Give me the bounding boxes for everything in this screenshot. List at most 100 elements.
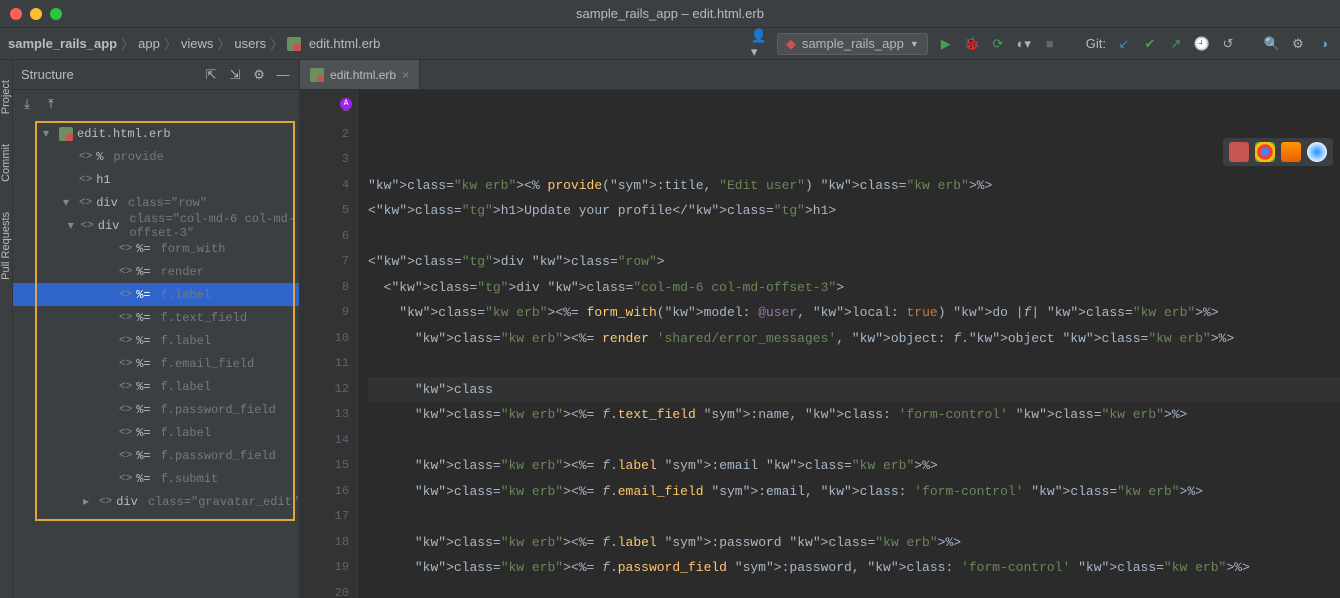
ide-features-button[interactable]: ◑ bbox=[1316, 36, 1332, 52]
run-config-selector[interactable]: ◆ sample_rails_app ▼ bbox=[777, 33, 928, 55]
safari-icon[interactable] bbox=[1307, 142, 1327, 162]
pull-requests-tool-button[interactable]: Pull Requests bbox=[0, 212, 12, 280]
tree-item[interactable]: <>%=f.submit bbox=[13, 467, 299, 490]
code-line[interactable]: "kw">class="kw erb"><%= form_with("kw">m… bbox=[368, 300, 1340, 326]
close-tab-icon[interactable]: × bbox=[402, 68, 409, 82]
breadcrumb[interactable]: sample_rails_app〉 app〉 views〉 users〉 edi… bbox=[8, 34, 747, 53]
line-number[interactable]: 9 bbox=[300, 300, 349, 326]
hide-panel-icon[interactable]: — bbox=[275, 67, 291, 83]
code-line[interactable]: "kw">class="kw erb"><%= f.text_field "sy… bbox=[368, 402, 1340, 428]
line-number[interactable]: 15 bbox=[300, 453, 349, 479]
code-line[interactable] bbox=[368, 428, 1340, 454]
chevron-icon[interactable]: ▾ bbox=[68, 218, 77, 233]
tree-item[interactable]: <>%=f.label bbox=[13, 375, 299, 398]
collapse-all-icon[interactable]: ⇲ bbox=[227, 67, 243, 83]
git-pull-button[interactable]: ↙ bbox=[1116, 36, 1132, 52]
firefox-icon[interactable] bbox=[1281, 142, 1301, 162]
profile-button[interactable]: ◐▾ bbox=[1016, 36, 1032, 52]
code-line[interactable]: <"kw">class="tg">h1>Update your profile<… bbox=[368, 198, 1340, 224]
code-line[interactable]: "kw">class="kw erb"><%= f.label "sym">:n… bbox=[368, 377, 1340, 403]
chevron-icon[interactable]: ▸ bbox=[83, 494, 95, 509]
line-number[interactable]: 10 bbox=[300, 326, 349, 352]
code-line[interactable]: "kw">class="kw erb"><%= f.email_field "s… bbox=[368, 479, 1340, 505]
line-number[interactable]: 7 bbox=[300, 249, 349, 275]
stop-button[interactable]: ■ bbox=[1042, 36, 1058, 52]
panel-settings-icon[interactable]: ⚙ bbox=[251, 67, 267, 83]
line-number[interactable]: 19 bbox=[300, 555, 349, 581]
line-number[interactable]: 3 bbox=[300, 147, 349, 173]
inspection-icon[interactable]: A bbox=[340, 98, 352, 110]
debug-button[interactable]: 🐞 bbox=[964, 36, 980, 52]
line-number[interactable]: 2 bbox=[300, 122, 349, 148]
tree-item[interactable]: ▸<>divclass="gravatar_edit" bbox=[13, 490, 299, 513]
autoscroll-to-source-icon[interactable]: ⤓ bbox=[19, 96, 35, 112]
add-user-icon[interactable]: 👤▾ bbox=[751, 36, 767, 52]
tree-item[interactable]: ▾<>divclass="col-md-6 col-md-offset-3" bbox=[13, 214, 299, 237]
tree-item[interactable]: <>%=f.email_field bbox=[13, 352, 299, 375]
code-line[interactable] bbox=[368, 581, 1340, 598]
tree-item[interactable]: <>%=f.password_field bbox=[13, 398, 299, 421]
chevron-icon[interactable]: ▾ bbox=[63, 195, 75, 210]
editor-tab[interactable]: edit.html.erb × bbox=[300, 60, 420, 89]
structure-tree[interactable]: ▾edit.html.erb<>%provide<>h1 ▾<>divclass=… bbox=[13, 118, 299, 517]
line-number[interactable]: 13 bbox=[300, 402, 349, 428]
line-number[interactable]: 20 bbox=[300, 581, 349, 598]
editor-gutter[interactable]: A 1234567891011121314151617181920 bbox=[300, 90, 358, 598]
maximize-window-button[interactable] bbox=[50, 8, 62, 20]
tree-label: %= bbox=[136, 426, 150, 440]
run-button[interactable]: ▶ bbox=[938, 36, 954, 52]
git-commit-button[interactable]: ✔ bbox=[1142, 36, 1158, 52]
line-number[interactable]: 6 bbox=[300, 224, 349, 250]
line-number[interactable]: 17 bbox=[300, 504, 349, 530]
tree-detail: f.password_field bbox=[161, 449, 276, 463]
coverage-button[interactable]: ⟳ bbox=[990, 36, 1006, 52]
code-line[interactable]: "kw">class="kw erb"><%= f.label "sym">:e… bbox=[368, 453, 1340, 479]
autoscroll-from-source-icon[interactable]: ⤒ bbox=[43, 96, 59, 112]
commit-tool-button[interactable]: Commit bbox=[0, 144, 12, 182]
code-line[interactable]: <"kw">class="tg">div "kw">class="col-md-… bbox=[368, 275, 1340, 301]
tree-item[interactable]: <>%=f.label bbox=[13, 421, 299, 444]
window-title: sample_rails_app – edit.html.erb bbox=[576, 6, 764, 21]
tree-item[interactable]: <>%=form_with bbox=[13, 237, 299, 260]
line-number[interactable]: 4 bbox=[300, 173, 349, 199]
panel-title: Structure bbox=[21, 67, 195, 82]
code-line[interactable]: "kw">class="kw erb"><%= f.password_field… bbox=[368, 555, 1340, 581]
minimize-window-button[interactable] bbox=[30, 8, 42, 20]
tab-menu-icon[interactable]: ⋮ bbox=[1336, 60, 1340, 89]
git-push-button[interactable]: ↗ bbox=[1168, 36, 1184, 52]
line-number[interactable]: 14 bbox=[300, 428, 349, 454]
tree-detail: f.text_field bbox=[161, 311, 247, 325]
tree-item[interactable]: <>%=f.label bbox=[13, 329, 299, 352]
code-line[interactable]: "kw">class="kw erb"><% provide("sym">:ti… bbox=[368, 173, 1340, 199]
tree-item[interactable]: <>h1 bbox=[13, 168, 299, 191]
tree-item[interactable]: ▾edit.html.erb bbox=[13, 122, 299, 145]
expand-all-icon[interactable]: ⇱ bbox=[203, 67, 219, 83]
line-number[interactable]: 16 bbox=[300, 479, 349, 505]
line-number[interactable]: 12 bbox=[300, 377, 349, 403]
tree-item[interactable]: <>%=f.text_field bbox=[13, 306, 299, 329]
tree-item[interactable]: <>%provide bbox=[13, 145, 299, 168]
tree-item[interactable]: <>%=f.label bbox=[13, 283, 299, 306]
tree-item[interactable]: <>%=f.password_field bbox=[13, 444, 299, 467]
code-editor[interactable]: "kw">class="kw erb"><% provide("sym">:ti… bbox=[358, 90, 1340, 598]
line-number[interactable]: 5 bbox=[300, 198, 349, 224]
rubymine-icon[interactable] bbox=[1229, 142, 1249, 162]
rollback-button[interactable]: ↺ bbox=[1220, 36, 1236, 52]
code-line[interactable]: "kw">class="kw erb"><%= f.label "sym">:p… bbox=[368, 530, 1340, 556]
code-line[interactable] bbox=[368, 224, 1340, 250]
history-button[interactable]: 🕘 bbox=[1194, 36, 1210, 52]
settings-button[interactable]: ⚙ bbox=[1290, 36, 1306, 52]
code-line[interactable]: "kw">class="kw erb"><%= render 'shared/e… bbox=[368, 326, 1340, 352]
chevron-icon[interactable]: ▾ bbox=[43, 126, 55, 141]
code-line[interactable] bbox=[368, 504, 1340, 530]
chrome-icon[interactable] bbox=[1255, 142, 1275, 162]
line-number[interactable]: 8 bbox=[300, 275, 349, 301]
search-button[interactable]: 🔍 bbox=[1264, 36, 1280, 52]
line-number[interactable]: 18 bbox=[300, 530, 349, 556]
project-tool-button[interactable]: Project bbox=[0, 80, 12, 114]
line-number[interactable]: 11 bbox=[300, 351, 349, 377]
close-window-button[interactable] bbox=[10, 8, 22, 20]
tree-item[interactable]: <>%=render bbox=[13, 260, 299, 283]
code-line[interactable]: <"kw">class="tg">div "kw">class="row"> bbox=[368, 249, 1340, 275]
code-line[interactable] bbox=[368, 351, 1340, 377]
